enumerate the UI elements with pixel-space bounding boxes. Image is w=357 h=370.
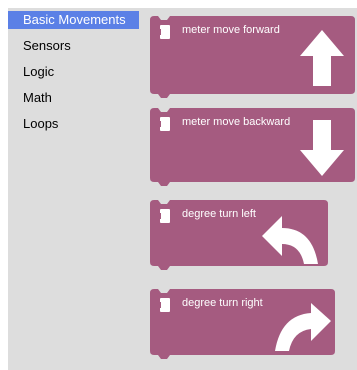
category-math[interactable]: Math <box>8 89 140 107</box>
turn-left-icon <box>262 216 320 264</box>
category-sensors[interactable]: Sensors <box>8 37 140 55</box>
category-logic[interactable]: Logic <box>8 63 140 81</box>
arrow-up-icon <box>300 30 344 86</box>
block-move-backward[interactable]: meter move backward <box>150 108 355 186</box>
block-label: degree turn right <box>182 297 263 309</box>
block-label: meter move forward <box>182 24 280 36</box>
block-move-forward[interactable]: meter move forward <box>150 16 355 98</box>
category-basic-movements[interactable]: Basic Movements <box>8 11 139 29</box>
category-loops[interactable]: Loops <box>8 115 140 133</box>
block-label: meter move backward <box>182 116 291 128</box>
block-flyout: meter move forward meter move backward d… <box>140 8 357 370</box>
blockly-workspace: Basic Movements Sensors Logic Math Loops… <box>0 0 357 370</box>
toolbox: Basic Movements Sensors Logic Math Loops <box>8 8 140 370</box>
arrow-down-icon <box>300 120 344 176</box>
block-label: degree turn left <box>182 208 256 220</box>
block-turn-right[interactable]: degree turn right <box>150 289 335 359</box>
block-turn-left[interactable]: degree turn left <box>150 200 328 270</box>
turn-right-icon <box>275 303 331 351</box>
